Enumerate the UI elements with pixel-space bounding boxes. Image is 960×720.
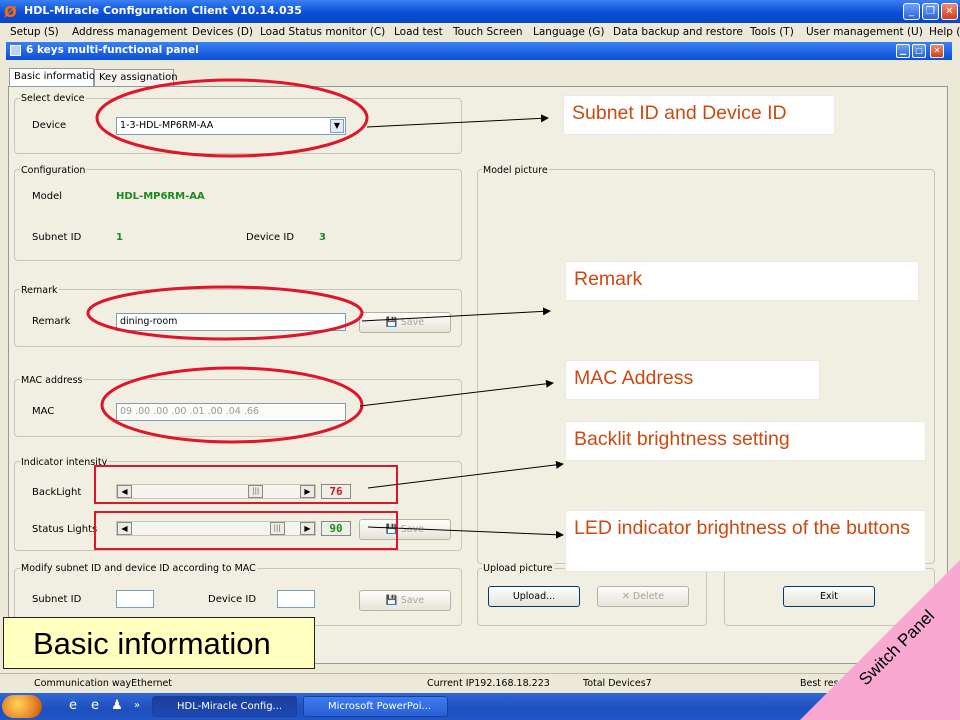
chevron-right-icon[interactable]: »	[128, 697, 146, 715]
remark-save-button[interactable]: 💾 Save	[359, 312, 451, 333]
mac-input[interactable]: 09 .00 .00 .00 .01 .00 .04 .66	[116, 403, 346, 421]
start-button[interactable]	[2, 695, 42, 718]
exit-button[interactable]: Exit	[783, 586, 875, 607]
modify-device-label: Device ID	[208, 594, 257, 605]
menu-help[interactable]: Help (H)	[929, 26, 960, 38]
device-id-value: 3	[319, 232, 326, 243]
menu-user-management[interactable]: User management (U)	[806, 26, 923, 38]
tab-basic-information[interactable]: Basic information	[9, 68, 101, 86]
upload-button[interactable]: Upload...	[488, 586, 580, 607]
indicator-save-label: Save	[400, 524, 425, 535]
status-total-devices: Total Devices7	[583, 678, 652, 689]
status-current-ip: Current IP192.168.18.223	[427, 678, 550, 689]
device-label: Device	[32, 120, 67, 131]
menu-data-backup[interactable]: Data backup and restore	[613, 26, 743, 38]
backlight-value: 76	[321, 484, 351, 499]
floppy-icon: 💾	[385, 524, 398, 535]
configuration-legend: Configuration	[20, 165, 87, 176]
menu-setup[interactable]: Setup (S)	[10, 26, 59, 38]
menu-devices[interactable]: Devices (D)	[192, 26, 253, 38]
delete-label: Delete	[632, 591, 665, 602]
close-icon[interactable]: ✕	[941, 3, 958, 20]
scroll-right-icon[interactable]: ▶	[300, 522, 315, 535]
subnet-id-value: 1	[116, 232, 123, 243]
device-dropdown[interactable]: 1-3-HDL-MP6RM-AA ▼	[116, 117, 346, 135]
mac-label: MAC	[32, 406, 55, 417]
device-id-label: Device ID	[246, 232, 295, 243]
modify-legend: Modify subnet ID and device ID according…	[20, 563, 257, 574]
callout-led: LED indicator brightness of the buttons	[565, 510, 926, 572]
menu-bar: Setup (S) Address management Devices (D)…	[0, 23, 960, 42]
child-minimize-icon[interactable]: ▁	[896, 44, 910, 58]
callout-backlit: Backlit brightness setting	[565, 421, 926, 461]
chevron-down-icon[interactable]: ▼	[330, 119, 344, 133]
restore-icon[interactable]: ❐	[922, 3, 939, 20]
subnet-id-label: Subnet ID	[32, 232, 82, 243]
floppy-icon: 💾	[385, 317, 398, 328]
browser-icon[interactable]: e	[86, 697, 104, 715]
mac-legend: MAC address	[20, 375, 84, 386]
modify-subnet-input[interactable]	[116, 590, 154, 608]
status-lights-slider[interactable]: ◀ ||| ▶	[116, 521, 316, 536]
window-icon	[10, 45, 21, 56]
remark-save-label: Save	[400, 317, 425, 328]
status-lights-label: Status Lights	[32, 524, 98, 535]
app-titlebar: Ø HDL-Miracle Configuration Client V10.1…	[0, 0, 960, 23]
ie-icon[interactable]: e	[64, 697, 82, 715]
child-titlebar: 6 keys multi-functional panel ▁ □ ✕	[6, 42, 952, 60]
backlight-label: BackLight	[32, 487, 82, 498]
remark-input[interactable]: dining-room	[116, 313, 346, 331]
modify-save-label: Save	[400, 595, 425, 606]
callout-mac: MAC Address	[565, 360, 820, 400]
scroll-left-icon[interactable]: ◀	[117, 485, 132, 498]
child-close-icon[interactable]: ✕	[930, 44, 944, 58]
callout-subnet-device: Subnet ID and Device ID	[563, 95, 835, 135]
model-picture-legend: Model picture	[482, 165, 549, 176]
backlight-slider[interactable]: ◀ ||| ▶	[116, 484, 316, 499]
menu-language[interactable]: Language (G)	[533, 26, 605, 38]
tab-key-assignation[interactable]: Key assignation	[94, 69, 178, 86]
select-device-legend: Select device	[20, 93, 86, 104]
user-icon[interactable]: ♟	[108, 697, 126, 715]
slider-thumb[interactable]: |||	[248, 485, 264, 498]
remark-label: Remark	[32, 316, 71, 327]
child-title: 6 keys multi-functional panel	[26, 44, 199, 56]
status-lights-value: 90	[321, 521, 351, 536]
upload-picture-legend: Upload picture	[482, 563, 554, 574]
minimize-icon[interactable]: _	[903, 3, 920, 20]
indicator-save-button[interactable]: 💾 Save	[359, 519, 451, 540]
indicator-legend: Indicator intensity	[20, 457, 109, 468]
menu-touch-screen[interactable]: Touch Screen	[453, 26, 523, 38]
model-value: HDL-MP6RM-AA	[116, 191, 205, 202]
menu-address-management[interactable]: Address management	[72, 26, 188, 38]
modify-save-button[interactable]: 💾 Save	[359, 590, 451, 611]
basic-information-label: Basic information	[3, 617, 315, 669]
taskbar-item-hdl-miracle[interactable]: HDL-Miracle Config...	[152, 696, 297, 717]
configuration-group	[14, 169, 462, 261]
slider-thumb[interactable]: |||	[269, 522, 285, 535]
modify-subnet-label: Subnet ID	[32, 594, 82, 605]
menu-tools[interactable]: Tools (T)	[750, 26, 794, 38]
delete-x-icon: ✕	[621, 591, 630, 602]
callout-remark: Remark	[565, 261, 919, 301]
app-title: HDL-Miracle Configuration Client V10.14.…	[24, 4, 302, 17]
remark-legend: Remark	[20, 285, 59, 296]
child-maximize-icon[interactable]: □	[912, 44, 926, 58]
app-logo-icon: Ø	[4, 3, 17, 21]
taskbar-item-powerpoint[interactable]: Microsoft PowerPoi...	[303, 696, 448, 717]
menu-load-status-monitor[interactable]: Load Status monitor (C)	[260, 26, 385, 38]
modify-device-input[interactable]	[277, 590, 315, 608]
scroll-left-icon[interactable]: ◀	[117, 522, 132, 535]
delete-button[interactable]: ✕ Delete	[597, 586, 689, 607]
model-label: Model	[32, 191, 63, 202]
menu-load-test[interactable]: Load test	[394, 26, 443, 38]
status-bar: Communication wayEthernet Current IP192.…	[0, 673, 960, 693]
floppy-icon: 💾	[385, 595, 398, 606]
device-dropdown-value: 1-3-HDL-MP6RM-AA	[120, 120, 214, 131]
scroll-right-icon[interactable]: ▶	[300, 485, 315, 498]
status-communication: Communication wayEthernet	[34, 678, 173, 689]
